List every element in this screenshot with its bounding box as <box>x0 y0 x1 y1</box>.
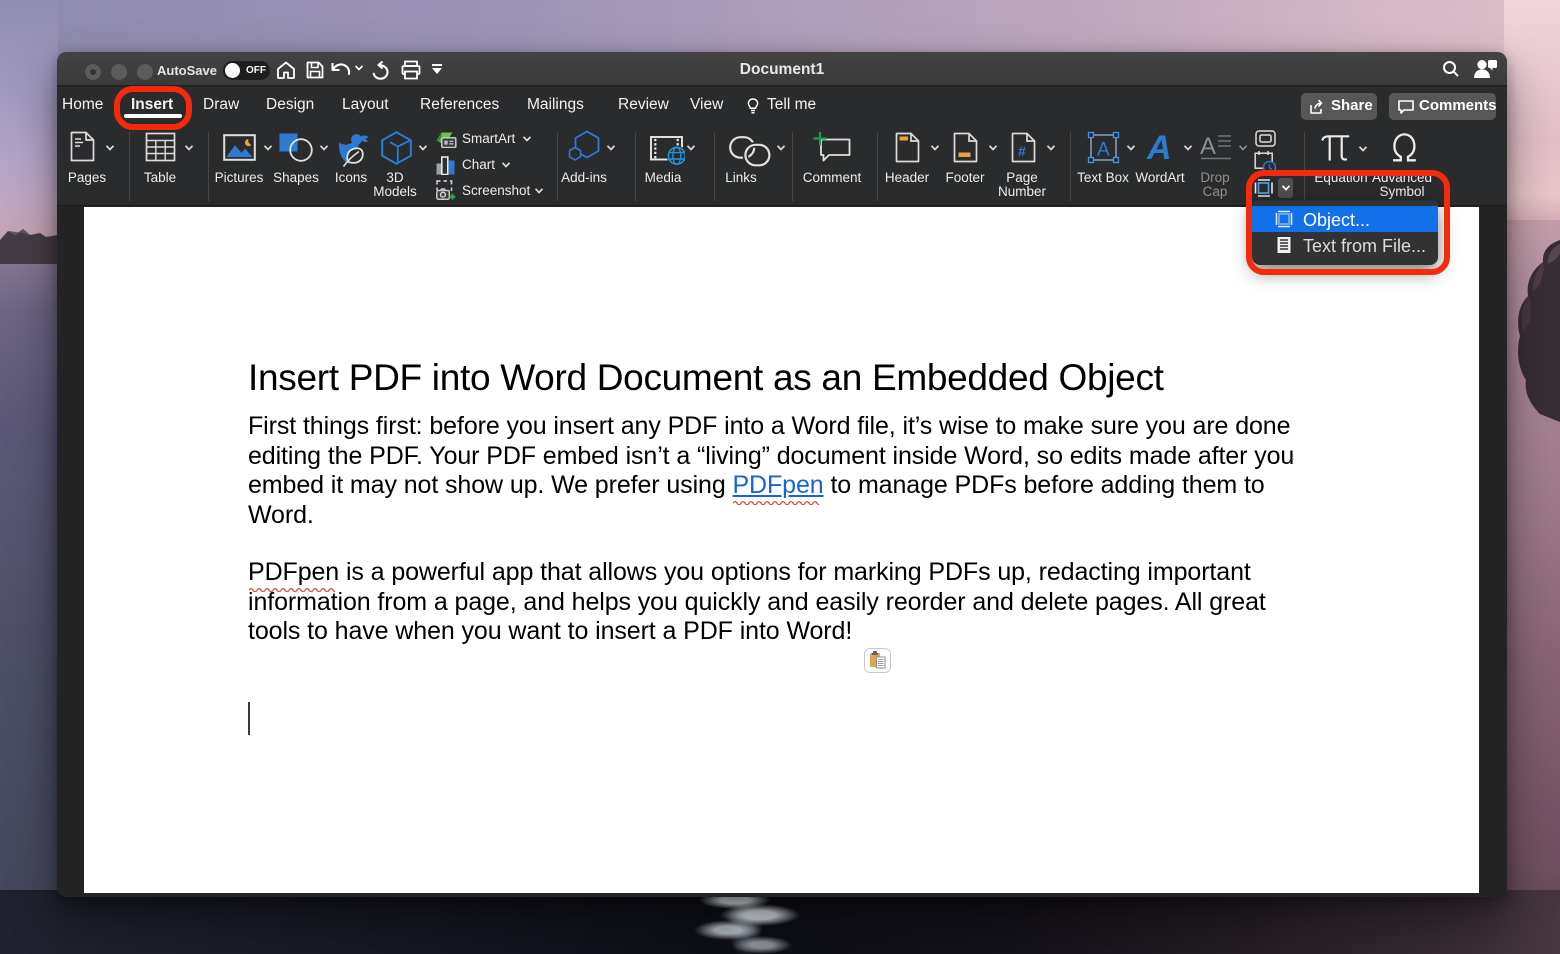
svg-text:A: A <box>1146 131 1172 164</box>
svg-text:A: A <box>1200 133 1216 160</box>
svg-text:A: A <box>1097 140 1110 161</box>
svg-text:#: # <box>1018 143 1026 159</box>
